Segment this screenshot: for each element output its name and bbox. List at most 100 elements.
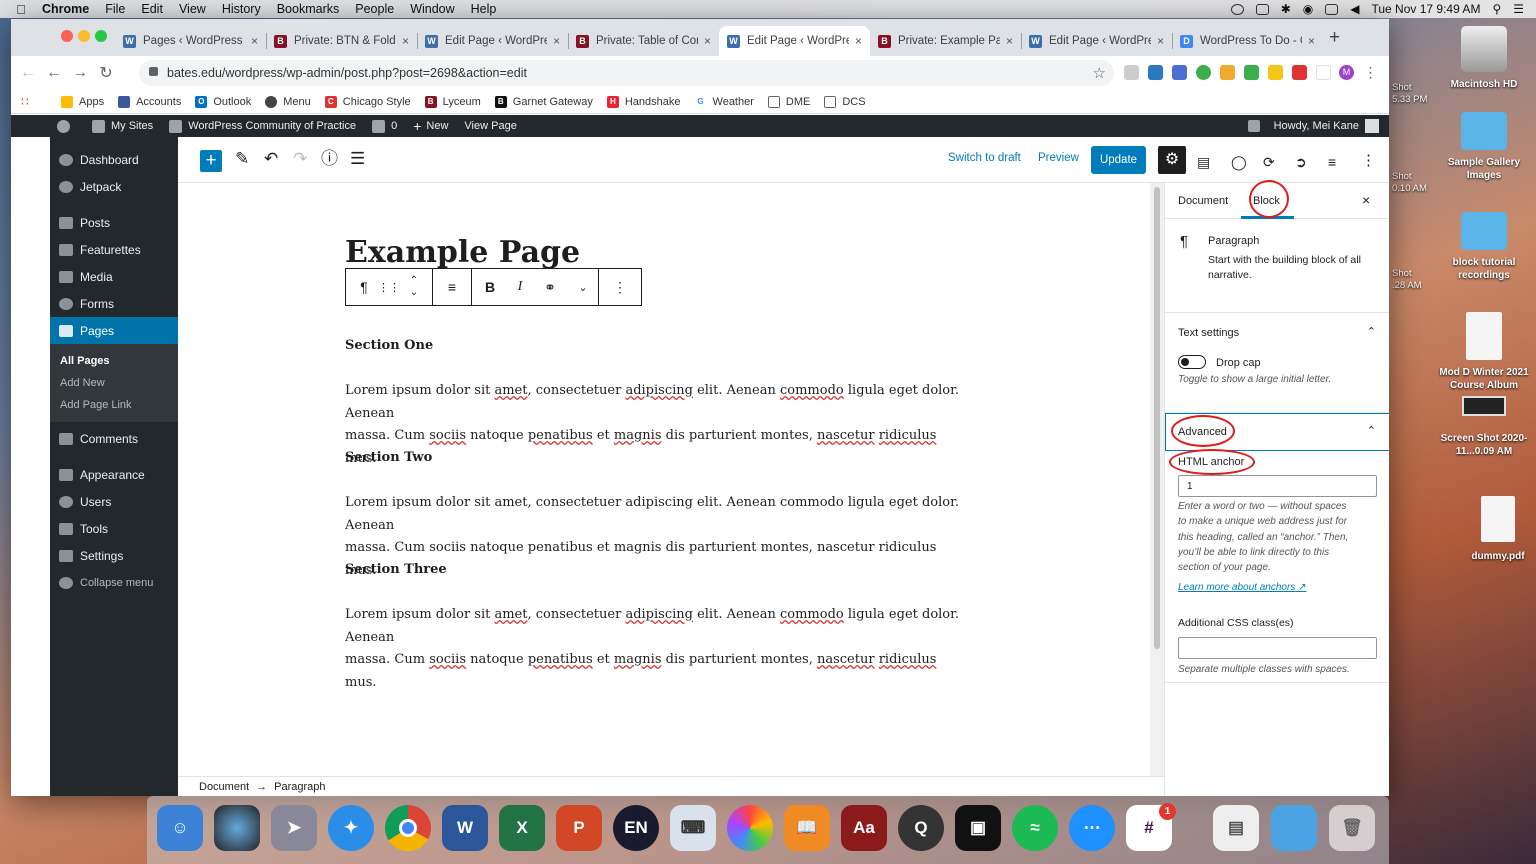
- sidebar-item-users[interactable]: Users: [50, 488, 178, 515]
- bookmark-lyceum[interactable]: B Lyceum: [424, 95, 481, 108]
- plugin-icon[interactable]: ▤: [1197, 152, 1210, 172]
- notifications-icon[interactable]: [1247, 120, 1260, 132]
- tab-document[interactable]: Document: [1178, 195, 1228, 207]
- browser-tab[interactable]: B Private: Example Page ×: [870, 26, 1021, 56]
- volume-icon[interactable]: ◀: [1350, 2, 1359, 16]
- bold-icon[interactable]: B: [472, 269, 508, 305]
- submenu-add-page-link[interactable]: Add Page Link: [50, 394, 178, 416]
- desktop-icon-screen-shot[interactable]: Screen Shot 2020-11...0.09 AM: [1434, 396, 1534, 458]
- desktop-partial-shot-3[interactable]: Shot .28 AM: [1392, 268, 1422, 292]
- extension-icon[interactable]: [1124, 65, 1139, 80]
- my-sites-link[interactable]: My Sites: [92, 119, 153, 133]
- close-panel-icon[interactable]: ×: [1362, 192, 1370, 208]
- scrollbar-thumb[interactable]: [1154, 187, 1160, 649]
- sidebar-item-comments[interactable]: Comments: [50, 425, 178, 452]
- close-tab-icon[interactable]: ×: [1006, 34, 1013, 48]
- close-tab-icon[interactable]: ×: [704, 34, 711, 48]
- breadcrumb-paragraph[interactable]: Paragraph: [274, 781, 325, 793]
- finder-icon[interactable]: ☺: [157, 805, 203, 851]
- chevron-down-icon[interactable]: ⌄: [568, 269, 598, 305]
- menu-view[interactable]: View: [179, 2, 206, 16]
- shield-status-icon[interactable]: [1255, 3, 1269, 15]
- photos-icon[interactable]: [727, 805, 773, 851]
- new-content-link[interactable]: + New: [413, 118, 448, 134]
- section-heading[interactable]: Section Two: [345, 450, 432, 465]
- folder-stack-icon[interactable]: [1271, 805, 1317, 851]
- extension-icon[interactable]: [1268, 65, 1283, 80]
- desktop-icon-sample-gallery[interactable]: Sample Gallery Images: [1434, 112, 1534, 182]
- sidebar-item-jetpack[interactable]: Jetpack: [50, 173, 178, 200]
- wordpress-logo-icon[interactable]: [57, 119, 76, 133]
- drop-cap-toggle[interactable]: [1178, 355, 1206, 369]
- pencil-tools-icon[interactable]: ✎: [235, 149, 249, 169]
- browser-tab[interactable]: B Private: Table of Cont ×: [568, 26, 719, 56]
- drag-handle-icon[interactable]: ⋮⋮: [378, 269, 400, 305]
- browser-tab[interactable]: W Edit Page ‹ WordPres ×: [1021, 26, 1172, 56]
- view-page-link[interactable]: View Page: [464, 120, 516, 132]
- word-icon[interactable]: W: [442, 805, 488, 851]
- slack-icon[interactable]: #1: [1126, 803, 1176, 851]
- desktop-icon-mod-d-album[interactable]: Mod D Winter 2021 Course Album: [1434, 312, 1534, 392]
- learn-more-anchors-link[interactable]: Learn more about anchors ↗: [1178, 582, 1306, 593]
- bookmark-chicago-style[interactable]: C Chicago Style: [324, 95, 411, 108]
- site-name-link[interactable]: WordPress Community of Practice: [169, 119, 356, 133]
- airplay-icon[interactable]: [1325, 3, 1339, 15]
- breadcrumb-document[interactable]: Document: [199, 781, 249, 793]
- desktop-partial-shot-1[interactable]: Shot 5.33 PM: [1392, 82, 1427, 106]
- desktop-icon-macintosh-hd[interactable]: Macintosh HD: [1434, 26, 1534, 91]
- comments-link[interactable]: 0: [372, 119, 397, 133]
- wifi-icon[interactable]: ◉: [1303, 2, 1313, 16]
- add-block-button[interactable]: +: [200, 150, 222, 172]
- paragraph-icon[interactable]: ¶: [346, 269, 382, 305]
- paragraph-block[interactable]: Lorem ipsum dolor sit amet, consectetuer…: [345, 380, 965, 470]
- close-tab-icon[interactable]: ×: [855, 34, 862, 48]
- move-up-down-icon[interactable]: ⌃ ⌄: [396, 269, 432, 305]
- bookmark-garnet-gateway[interactable]: B Garnet Gateway: [494, 95, 593, 108]
- paragraph-block[interactable]: Lorem ipsum dolor sit amet, consectetuer…: [345, 604, 965, 694]
- extension-icon[interactable]: [1172, 65, 1187, 80]
- bookmark-weather[interactable]: G Weather: [694, 95, 754, 108]
- close-tab-icon[interactable]: ×: [251, 34, 258, 48]
- section-heading[interactable]: Section One: [345, 338, 433, 353]
- text-settings-toggle[interactable]: Text settings: [1178, 327, 1239, 339]
- menubar-clock[interactable]: Tue Nov 17 9:49 AM: [1371, 2, 1480, 16]
- html-anchor-input[interactable]: 1: [1178, 475, 1377, 497]
- more-options-icon[interactable]: ⋮: [1361, 151, 1376, 171]
- spotlight-icon[interactable]: ⚲: [1492, 2, 1501, 16]
- menu-app-name[interactable]: Chrome: [42, 2, 89, 16]
- bookmark-menu[interactable]: Menu: [265, 95, 311, 108]
- document-stack-icon[interactable]: ▤: [1213, 805, 1259, 851]
- menu-people[interactable]: People: [355, 2, 394, 16]
- block-options-icon[interactable]: ⋮: [599, 269, 641, 305]
- extension-icon[interactable]: [1148, 65, 1163, 80]
- minimize-window-button[interactable]: [78, 30, 90, 42]
- collapse-menu-button[interactable]: Collapse menu: [50, 569, 178, 596]
- new-tab-button[interactable]: +: [1329, 27, 1340, 49]
- bookmark-handshake[interactable]: H Handshake: [606, 95, 681, 108]
- profile-avatar[interactable]: M: [1339, 65, 1354, 80]
- browser-tab[interactable]: D WordPress To Do - G ×: [1172, 26, 1323, 56]
- preview-icon[interactable]: ⌨: [670, 805, 716, 851]
- address-bar[interactable]: bates.edu/wordpress/wp-admin/post.php?po…: [139, 60, 1114, 86]
- sidebar-item-posts[interactable]: Posts: [50, 209, 178, 236]
- extension-icon[interactable]: [1316, 65, 1331, 80]
- chrome-icon[interactable]: [385, 805, 431, 851]
- link-icon[interactable]: ⚭: [532, 269, 568, 305]
- close-tab-icon[interactable]: ×: [1157, 34, 1164, 48]
- extension-icon[interactable]: [1196, 65, 1211, 80]
- sidebar-item-pages[interactable]: Pages: [50, 317, 178, 344]
- control-center-icon[interactable]: ☰: [1513, 2, 1524, 16]
- sidebar-item-settings[interactable]: Settings: [50, 542, 178, 569]
- bookmark-apps[interactable]: Apps: [61, 95, 104, 108]
- launchpad-icon[interactable]: ➤: [271, 805, 317, 851]
- sidebar-item-dashboard[interactable]: Dashboard: [50, 146, 178, 173]
- update-button[interactable]: Update: [1091, 146, 1146, 174]
- sidebar-item-tools[interactable]: Tools: [50, 515, 178, 542]
- shield-icon[interactable]: ◯: [1231, 152, 1247, 172]
- safari-icon[interactable]: ✦: [328, 805, 374, 851]
- align-icon[interactable]: ≡: [433, 269, 471, 305]
- bookmark-dme[interactable]: DME: [767, 95, 810, 108]
- screen-capture-icon[interactable]: ▣: [955, 805, 1001, 851]
- sidebar-item-forms[interactable]: Forms: [50, 290, 178, 317]
- bookmark-accounts[interactable]: Accounts: [118, 95, 181, 108]
